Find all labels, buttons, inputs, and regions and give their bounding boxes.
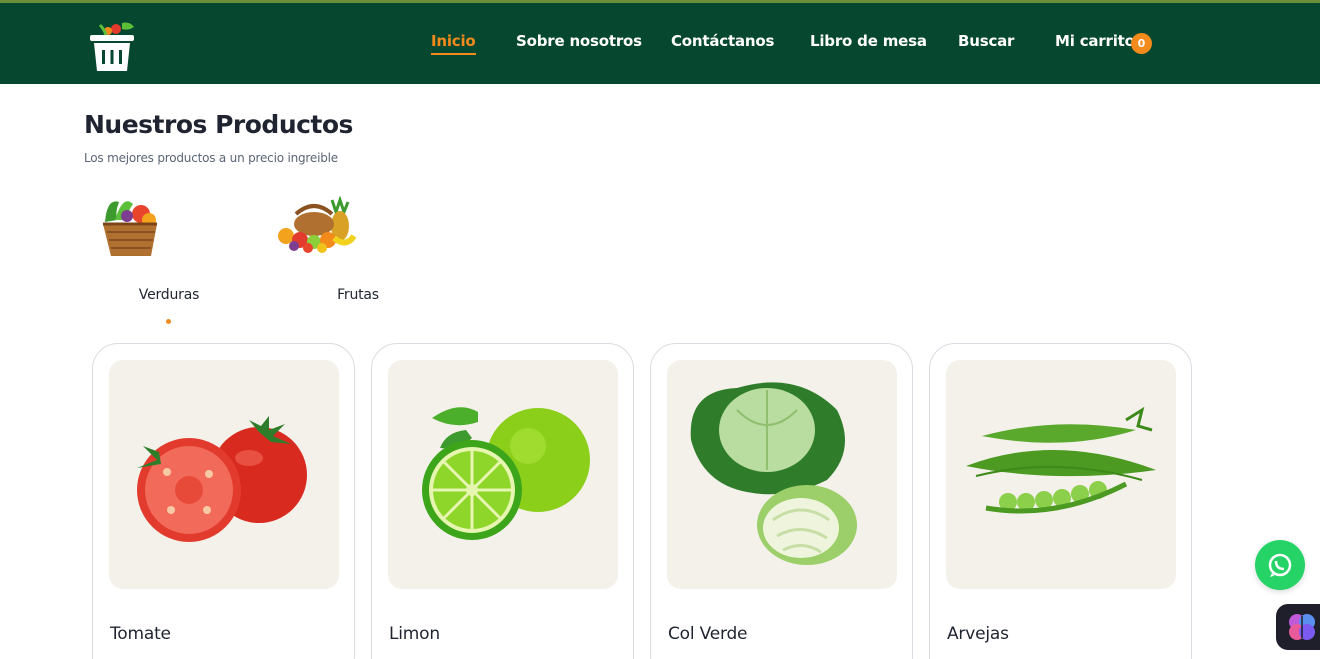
peas-image — [946, 360, 1176, 589]
category-label: Frutas — [337, 287, 379, 303]
nav-buscar[interactable]: Buscar — [958, 32, 1014, 50]
nav-sobre-nosotros[interactable]: Sobre nosotros — [516, 32, 642, 50]
product-name: Limon — [389, 624, 440, 644]
main-nav: Inicio Sobre nosotros Contáctanos Libro … — [0, 3, 1320, 84]
nav-contactanos[interactable]: Contáctanos — [671, 32, 774, 50]
brain-icon — [1289, 614, 1315, 640]
vegetable-basket-icon — [97, 190, 163, 264]
cabbage-image — [667, 360, 897, 589]
product-card-limon[interactable]: Limon — [371, 343, 634, 659]
nav-mi-carrito[interactable]: Mi carrito — [1055, 32, 1135, 50]
site-header: Inicio Sobre nosotros Contáctanos Libro … — [0, 3, 1320, 84]
tomato-image — [109, 360, 339, 589]
lime-image — [388, 360, 618, 589]
cart-count-badge[interactable]: 0 — [1131, 33, 1152, 54]
fruit-basket-icon — [274, 195, 357, 258]
category-label: Verduras — [138, 287, 200, 303]
category-selected-indicator — [166, 319, 171, 324]
product-name: Arvejas — [947, 624, 1009, 644]
nav-libro-de-mesa[interactable]: Libro de mesa — [810, 32, 927, 50]
nav-inicio[interactable]: Inicio — [431, 32, 476, 55]
product-name: Col Verde — [668, 624, 748, 644]
product-card-arvejas[interactable]: Arvejas — [929, 343, 1192, 659]
whatsapp-button[interactable] — [1255, 540, 1305, 590]
product-card-tomate[interactable]: Tomate — [92, 343, 355, 659]
product-card-col-verde[interactable]: Col Verde — [650, 343, 913, 659]
page-title: Nuestros Productos — [84, 110, 353, 139]
product-name: Tomate — [110, 624, 171, 644]
page-subtitle: Los mejores productos a un precio ingrei… — [84, 151, 338, 165]
whatsapp-icon — [1268, 553, 1292, 577]
assistant-button[interactable] — [1276, 604, 1320, 650]
